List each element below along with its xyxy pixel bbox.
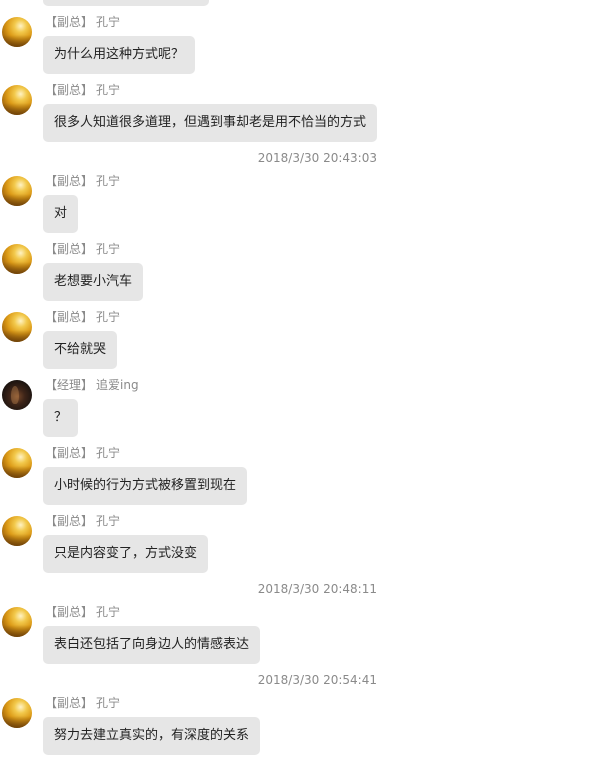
sender-name[interactable]: 孔宁	[96, 83, 120, 97]
message-bubble[interactable]: 对	[43, 195, 79, 233]
message-bubble[interactable]: 只是内容变了，方式没变	[43, 535, 209, 573]
sender-name[interactable]: 孔宁	[96, 174, 120, 188]
message-bubble[interactable]: 努力去建立真实的，有深度的关系	[43, 717, 261, 755]
sender-label: 【副总】 孔宁	[45, 446, 120, 460]
message-bubble[interactable]: 不给就哭	[43, 331, 118, 369]
sender-label: 【副总】 孔宁	[45, 605, 120, 619]
sender-name[interactable]: 孔宁	[96, 446, 120, 460]
message-bubble-partial[interactable]	[43, 0, 209, 6]
message-bubble[interactable]: 为什么用这种方式呢？	[43, 36, 196, 74]
message-bubble[interactable]: ？	[43, 399, 79, 437]
sender-name[interactable]: 孔宁	[96, 15, 120, 29]
avatar[interactable]	[2, 244, 32, 274]
avatar[interactable]	[2, 176, 32, 206]
message-bubble[interactable]: 小时候的行为方式被移置到现在	[43, 467, 248, 505]
sender-label: 【副总】 孔宁	[45, 696, 120, 710]
sender-label: 【经理】 追爱ing	[45, 378, 139, 392]
sender-role: 【副总】	[45, 310, 94, 324]
sender-label: 【副总】 孔宁	[45, 174, 120, 188]
sender-name[interactable]: 孔宁	[96, 514, 120, 528]
sender-role: 【副总】	[45, 446, 94, 460]
sender-role: 【副总】	[45, 174, 94, 188]
sender-role: 【副总】	[45, 83, 94, 97]
chat-history: 【副总】 孔宁 为什么用这种方式呢？ 【副总】 孔宁 很多人知道很多道理，但遇到事却…	[0, 0, 603, 759]
sender-role: 【经理】	[45, 378, 94, 392]
avatar[interactable]	[2, 607, 32, 637]
sender-name[interactable]: 孔宁	[96, 605, 120, 619]
avatar[interactable]	[2, 312, 32, 342]
sender-role: 【副总】	[45, 696, 94, 710]
avatar[interactable]	[2, 17, 32, 47]
sender-label: 【副总】 孔宁	[45, 83, 120, 97]
sender-label: 【副总】 孔宁	[45, 310, 120, 324]
message-bubble[interactable]: 老想要小汽车	[43, 263, 144, 301]
avatar[interactable]	[2, 516, 32, 546]
sender-role: 【副总】	[45, 15, 94, 29]
avatar[interactable]	[2, 698, 32, 728]
avatar[interactable]	[2, 448, 32, 478]
timestamp: 2018/3/30 20:54:41	[257, 673, 377, 687]
sender-role: 【副总】	[45, 242, 94, 256]
sender-name[interactable]: 孔宁	[96, 696, 120, 710]
sender-role: 【副总】	[45, 605, 94, 619]
sender-label: 【副总】 孔宁	[45, 242, 120, 256]
sender-name[interactable]: 孔宁	[96, 242, 120, 256]
timestamp: 2018/3/30 20:43:03	[257, 151, 377, 165]
sender-label: 【副总】 孔宁	[45, 514, 120, 528]
sender-name[interactable]: 孔宁	[96, 310, 120, 324]
sender-label: 【副总】 孔宁	[45, 15, 120, 29]
timestamp: 2018/3/30 20:48:11	[257, 582, 377, 596]
avatar[interactable]	[2, 85, 32, 115]
sender-role: 【副总】	[45, 514, 94, 528]
avatar[interactable]	[2, 380, 32, 410]
message-bubble[interactable]: 很多人知道很多道理，但遇到事却老是用不恰当的方式	[43, 104, 378, 142]
sender-name[interactable]: 追爱ing	[96, 378, 139, 392]
message-bubble[interactable]: 表白还包括了向身边人的情感表达	[43, 626, 261, 664]
